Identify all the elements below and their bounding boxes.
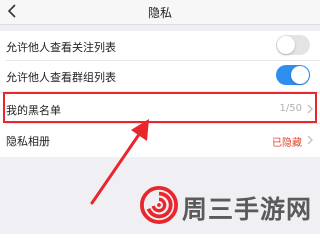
watermark-text: 周三手游网 <box>182 195 313 224</box>
swirl-logo-icon <box>140 186 178 224</box>
